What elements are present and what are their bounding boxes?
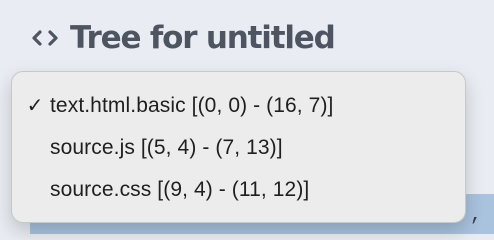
selection-strip-tail: , (470, 204, 483, 227)
menu-item-source-js[interactable]: source.js [(5, 4) - (7, 13)] (20, 129, 457, 167)
menu-item-label-source-css: source.css [(9, 4) - (11, 12)] (50, 178, 310, 201)
menu-item-label-text-html-basic: text.html.basic [(0, 0) - (16, 7)] (50, 94, 334, 117)
code-icon (30, 27, 60, 49)
checkmark-icon: ✓ (26, 95, 44, 117)
tree-header: Tree for untitled (30, 14, 336, 62)
menu-item-text-html-basic[interactable]: ✓ text.html.basic [(0, 0) - (16, 7)] (20, 87, 457, 125)
tree-title: Tree for untitled (70, 19, 336, 56)
menu-item-source-css[interactable]: source.css [(9, 4) - (11, 12)] (20, 171, 457, 209)
menu-item-label-source-js: source.js [(5, 4) - (7, 13)] (50, 136, 283, 159)
scope-dropdown-menu[interactable]: ✓ text.html.basic [(0, 0) - (16, 7)] sou… (11, 71, 466, 223)
